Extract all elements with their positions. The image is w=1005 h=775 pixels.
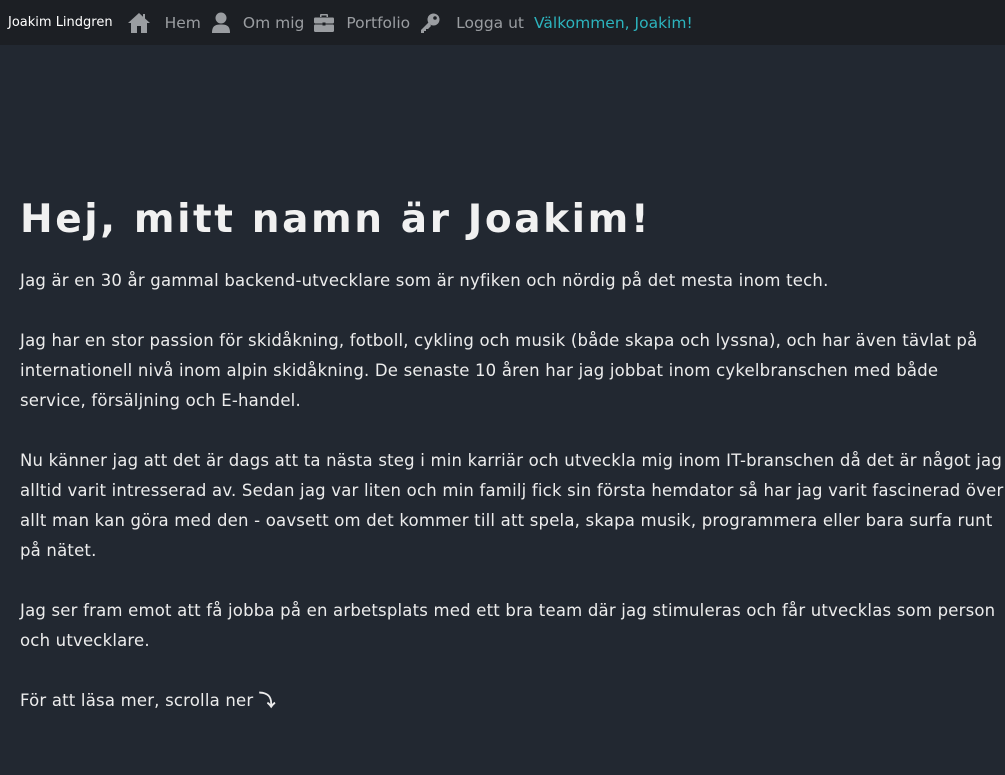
scroll-hint-text: För att läsa mer, scrolla ner <box>20 691 254 710</box>
nav-link-home[interactable]: Hem <box>127 11 201 35</box>
top-navbar: Joakim Lindgren Hem Om mig Portfolio Log… <box>0 0 1005 45</box>
intro-paragraph: Jag är en 30 år gammal backend-utvecklar… <box>20 271 829 290</box>
intro-paragraph: Jag ser fram emot att få jobba på en arb… <box>20 601 996 650</box>
home-icon <box>127 11 151 35</box>
nav-link-label: Logga ut <box>456 13 524 32</box>
nav-link-about[interactable]: Om mig <box>209 11 304 35</box>
nav-link-label: Portfolio <box>346 13 411 32</box>
intro-paragraph: Jag har en stor passion för skidåkning, … <box>20 331 978 410</box>
key-icon <box>418 11 442 35</box>
main-content: Hej, mitt namn är Joakim! Jag är en 30 å… <box>20 190 1005 716</box>
page-title: Hej, mitt namn är Joakim! <box>20 197 652 242</box>
welcome-message: Välkommen, Joakim! <box>534 13 693 32</box>
briefcase-icon <box>312 11 336 35</box>
nav-link-label: Hem <box>164 13 201 32</box>
intro-paragraph: Nu känner jag att det är dags att ta näs… <box>20 451 1004 560</box>
nav-link-portfolio[interactable]: Portfolio <box>312 11 410 35</box>
nav-link-logout[interactable]: Logga ut <box>418 11 524 35</box>
scroll-hint: För att läsa mer, scrolla ner ⤵ <box>20 686 1005 716</box>
brand-name[interactable]: Joakim Lindgren <box>8 15 113 30</box>
intro-text: Jag är en 30 år gammal backend-utvecklar… <box>20 266 1005 716</box>
arrow-down-right-icon: ⤵ <box>258 691 276 710</box>
user-icon <box>209 11 233 35</box>
nav-link-label: Om mig <box>242 13 305 32</box>
